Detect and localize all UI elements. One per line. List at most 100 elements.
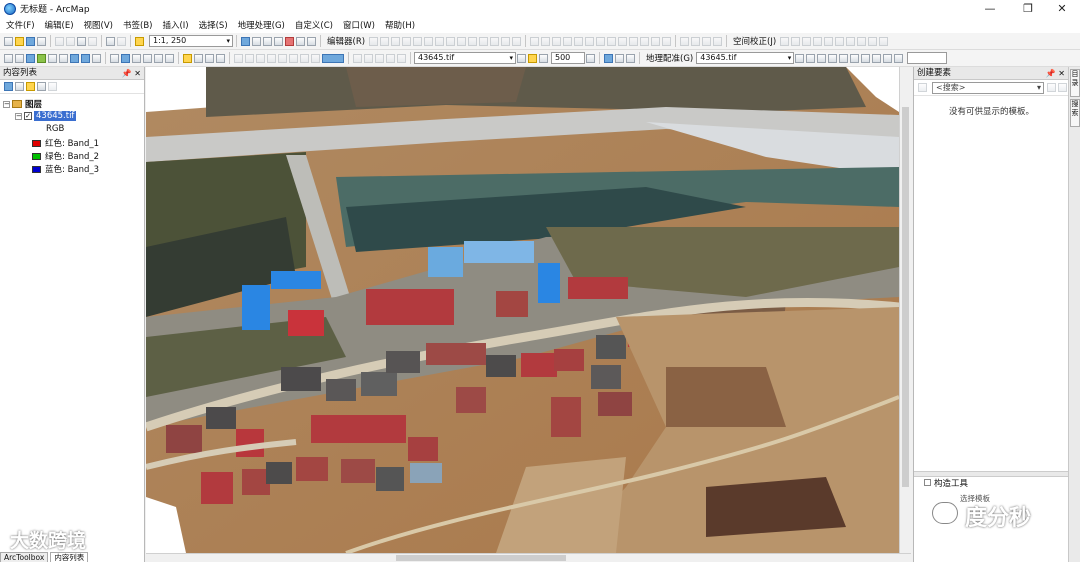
add-data-icon[interactable] — [135, 36, 144, 46]
adjust-preview-icon[interactable] — [879, 36, 889, 46]
layer-select[interactable]: 43645.tif ▾ — [414, 52, 516, 64]
zoom-in-icon[interactable] — [4, 53, 13, 63]
end-point-arc-icon[interactable] — [402, 36, 412, 46]
new-identity-link-icon[interactable] — [824, 36, 834, 46]
toc-pin-close-icons[interactable]: 📌 ✕ — [122, 67, 141, 80]
copy-icon[interactable] — [66, 36, 75, 46]
rail-tab-search[interactable]: 搜索 — [1070, 99, 1080, 127]
html-popup-icon[interactable] — [165, 53, 174, 63]
link-table-icon[interactable] — [857, 36, 867, 46]
georef-view-link-icon[interactable] — [386, 53, 395, 63]
transparency-toggle-icon[interactable] — [539, 53, 548, 63]
clear-limited-area-icon[interactable] — [846, 36, 856, 46]
measure-icon[interactable] — [563, 36, 573, 46]
size-spinner-icon[interactable] — [586, 53, 595, 63]
print-icon[interactable] — [37, 36, 46, 46]
find-icon[interactable] — [132, 53, 141, 63]
add-control-points-icon[interactable] — [615, 53, 624, 63]
topology-icon[interactable] — [530, 36, 540, 46]
map-view[interactable] — [146, 67, 899, 553]
point-icon[interactable] — [424, 36, 434, 46]
cut-icon[interactable] — [55, 36, 64, 46]
size-input[interactable]: 500 — [551, 52, 585, 64]
new-displacement-link-icon[interactable] — [791, 36, 801, 46]
fixed-zoom-out-icon[interactable] — [59, 53, 68, 63]
arctoolbox-icon[interactable] — [285, 36, 294, 46]
georef-layer-select[interactable]: 43645.tif ▾ — [696, 52, 795, 64]
measure-tool-icon[interactable] — [143, 53, 152, 63]
layer-name[interactable]: 43645.tif — [34, 111, 77, 121]
cut-polygon-icon[interactable] — [457, 36, 467, 46]
hyperlink-icon[interactable] — [154, 53, 163, 63]
menu-customize[interactable]: 自定义(C) — [295, 19, 333, 31]
menu-view[interactable]: 视图(V) — [84, 19, 113, 31]
control-point-icon[interactable] — [828, 53, 838, 63]
menu-selection[interactable]: 选择(S) — [199, 19, 228, 31]
minimize-button[interactable]: — — [970, 0, 1010, 17]
layout-view-icon[interactable] — [216, 53, 225, 63]
time-slider-icon[interactable] — [194, 53, 203, 63]
brightness-icon[interactable] — [267, 53, 276, 63]
identify-icon[interactable] — [121, 53, 130, 63]
menu-bookmarks[interactable]: 书签(B) — [123, 19, 152, 31]
editor-toolbar-icon[interactable] — [241, 36, 250, 46]
create-features-icon[interactable] — [512, 36, 522, 46]
zoom-out-icon[interactable] — [15, 53, 24, 63]
split-icon[interactable] — [468, 36, 478, 46]
menu-windows[interactable]: 窗口(W) — [343, 19, 375, 31]
edit-annotation-icon[interactable] — [380, 36, 390, 46]
georef-rotate-icon[interactable] — [353, 53, 362, 63]
tab-arctoolbox[interactable]: ArcToolbox — [0, 552, 49, 562]
template-search-input[interactable]: <搜索> ▾ — [932, 81, 1044, 94]
map-horizontal-scrollbar[interactable] — [146, 553, 911, 562]
toc-window-icon[interactable] — [252, 36, 261, 46]
layers-group[interactable]: − 图层 — [3, 98, 42, 110]
swipe-icon[interactable] — [183, 53, 192, 63]
attributes-icon[interactable] — [490, 36, 500, 46]
edit-vertices-icon[interactable] — [435, 36, 445, 46]
new-document-icon[interactable] — [4, 36, 13, 46]
menu-help[interactable]: 帮助(H) — [385, 19, 415, 31]
view-links-icon[interactable] — [868, 36, 878, 46]
link-table-view-icon[interactable] — [883, 53, 893, 63]
menu-file[interactable]: 文件(F) — [6, 19, 35, 31]
georef-table-icon[interactable] — [397, 53, 406, 63]
tool-icon[interactable] — [713, 36, 723, 46]
union-icon[interactable] — [629, 36, 639, 46]
raster-layer[interactable]: − ✓ 43645.tif — [15, 111, 77, 121]
list-by-source-icon[interactable] — [15, 82, 24, 91]
delete-link-icon[interactable] — [861, 53, 871, 63]
brightness-toggle-icon[interactable] — [528, 53, 537, 63]
georef-scale-tool-icon[interactable] — [817, 53, 827, 63]
rail-tab-catalog[interactable]: 目录 — [1070, 69, 1080, 97]
paste-icon[interactable] — [77, 36, 86, 46]
magnifier-icon[interactable] — [894, 53, 904, 63]
fixed-zoom-in-icon[interactable] — [48, 53, 57, 63]
clear-selected-icon[interactable] — [585, 36, 595, 46]
vertical-scroll-thumb[interactable] — [902, 107, 909, 487]
close-button[interactable]: ✕ — [1042, 0, 1080, 17]
horizontal-scroll-thumb[interactable] — [396, 555, 566, 561]
intersect-icon[interactable] — [662, 36, 672, 46]
align-icon[interactable] — [552, 36, 562, 46]
list-by-drawing-order-icon[interactable] — [4, 82, 13, 91]
transparency-icon[interactable] — [278, 53, 287, 63]
clip-icon[interactable] — [651, 36, 661, 46]
catalog-window-icon[interactable] — [263, 36, 272, 46]
table-icon[interactable] — [702, 36, 712, 46]
flicker-icon[interactable] — [289, 53, 298, 63]
effects-icon[interactable] — [245, 53, 254, 63]
smooth-icon[interactable] — [607, 36, 617, 46]
snap-icon[interactable] — [541, 36, 551, 46]
search-go-icon[interactable] — [1047, 83, 1056, 92]
collapse-icon[interactable]: − — [3, 100, 10, 108]
contrast-icon[interactable] — [256, 53, 265, 63]
fill-color-swatch[interactable] — [322, 53, 344, 63]
tab-table-of-contents[interactable]: 内容列表 — [50, 552, 89, 562]
list-by-selection-icon[interactable] — [37, 82, 46, 91]
map-vertical-scrollbar[interactable] — [899, 67, 911, 553]
create-features-pin-close-icons[interactable]: 📌 ✕ — [1046, 67, 1065, 80]
create-viewer-icon[interactable] — [205, 53, 214, 63]
go-back-icon[interactable] — [70, 53, 79, 63]
straight-segment-icon[interactable] — [391, 36, 401, 46]
